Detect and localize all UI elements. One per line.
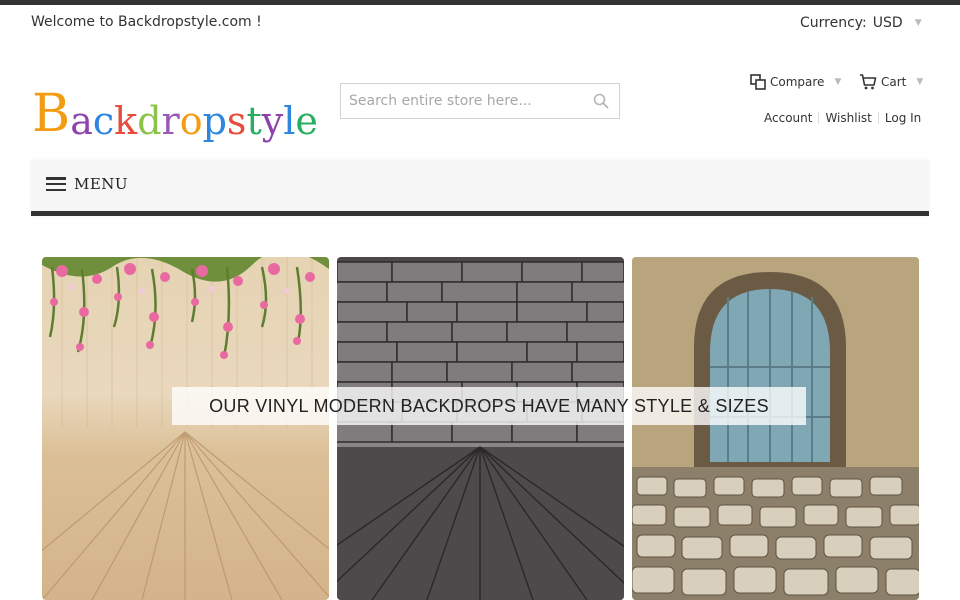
wishlist-link[interactable]: Wishlist (825, 111, 871, 125)
top-accent-bar (0, 0, 960, 5)
logo-letter: a (70, 99, 93, 143)
chevron-down-icon: ▼ (916, 77, 924, 87)
chevron-down-icon: ▼ (834, 77, 842, 87)
banner-image-stone-wall (337, 257, 624, 600)
divider (818, 112, 820, 124)
chevron-down-icon: ▼ (914, 18, 922, 28)
floral-wood-illustration (42, 257, 329, 600)
currency-value[interactable]: USD (873, 15, 903, 31)
site-logo[interactable]: Backdropstyle (32, 80, 318, 140)
logo-letter: r (161, 99, 180, 143)
menu-toggle-button[interactable]: MENU (46, 175, 128, 193)
cart-label: Cart (881, 75, 907, 89)
search-bar (340, 83, 620, 119)
compare-icon (750, 74, 766, 90)
banner-caption: OUR VINYL MODERN BACKDROPS HAVE MANY STY… (172, 387, 806, 425)
divider (877, 112, 879, 124)
cart-link[interactable]: Cart ▼ (859, 74, 923, 90)
currency-label: Currency: (800, 15, 867, 31)
main-navigation-bar: MENU (31, 160, 929, 216)
logo-letter: B (32, 84, 71, 144)
logo-letter: o (179, 99, 203, 143)
search-icon[interactable] (593, 93, 609, 109)
stone-wall-illustration (337, 261, 624, 600)
logo-letter: c (92, 99, 115, 143)
account-links: Account Wishlist Log In (764, 111, 921, 125)
logo-letter: d (137, 99, 162, 143)
currency-switcher[interactable]: Currency: USD ▼ (800, 15, 922, 31)
compare-link[interactable]: Compare ▼ (750, 74, 841, 90)
banner-image-wood-floral (42, 257, 329, 600)
welcome-message: Welcome to Backdropstyle.com ! (31, 14, 262, 30)
logo-letter: s (226, 99, 247, 143)
login-link[interactable]: Log In (885, 111, 921, 125)
logo-letter: t (246, 99, 262, 143)
compare-label: Compare (770, 75, 825, 89)
menu-label: MENU (74, 175, 129, 193)
logo-letter: y (261, 99, 284, 143)
logo-letter: l (283, 99, 296, 143)
logo-letter: p (202, 99, 227, 143)
arched-door-illustration (632, 257, 919, 600)
search-input[interactable] (341, 86, 581, 116)
cart-icon (860, 74, 877, 90)
logo-letter: k (114, 99, 138, 143)
banner-image-arched-door (632, 257, 919, 600)
hamburger-icon (46, 177, 66, 191)
account-link[interactable]: Account (764, 111, 812, 125)
logo-letter: e (295, 99, 318, 143)
hero-banner[interactable]: OUR VINYL MODERN BACKDROPS HAVE MANY STY… (42, 257, 919, 600)
